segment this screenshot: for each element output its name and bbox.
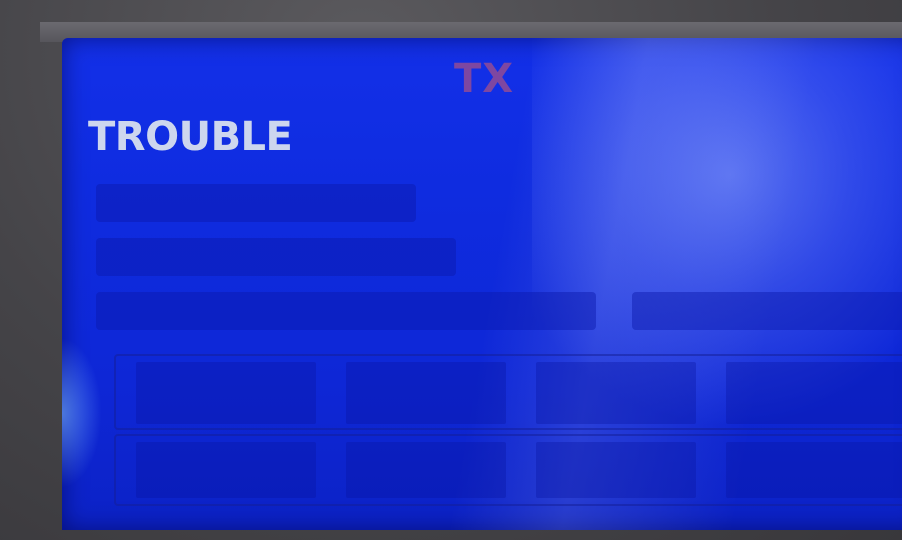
ghost-cell bbox=[136, 442, 316, 498]
ghost-cell bbox=[536, 442, 696, 498]
ghost-panel-top bbox=[114, 354, 902, 430]
ghost-cell bbox=[536, 362, 696, 424]
ghost-row-4 bbox=[632, 292, 902, 330]
device-frame: TX TROUBLE bbox=[0, 0, 902, 540]
ghost-row-1 bbox=[96, 184, 416, 222]
ghost-cell bbox=[346, 442, 506, 498]
lcd-screen: TX TROUBLE bbox=[62, 38, 902, 530]
ghost-cell bbox=[726, 362, 902, 424]
screen-title: TX bbox=[454, 56, 515, 102]
ghost-cell bbox=[726, 442, 902, 498]
ghost-row-2 bbox=[96, 238, 456, 276]
ghost-panel-bottom bbox=[114, 434, 902, 506]
ghost-row-3 bbox=[96, 292, 596, 330]
ghost-cell bbox=[136, 362, 316, 424]
ghost-cell bbox=[346, 362, 506, 424]
trouble-status-text: TROUBLE bbox=[88, 114, 293, 160]
backlight-edge-glow bbox=[62, 338, 102, 488]
